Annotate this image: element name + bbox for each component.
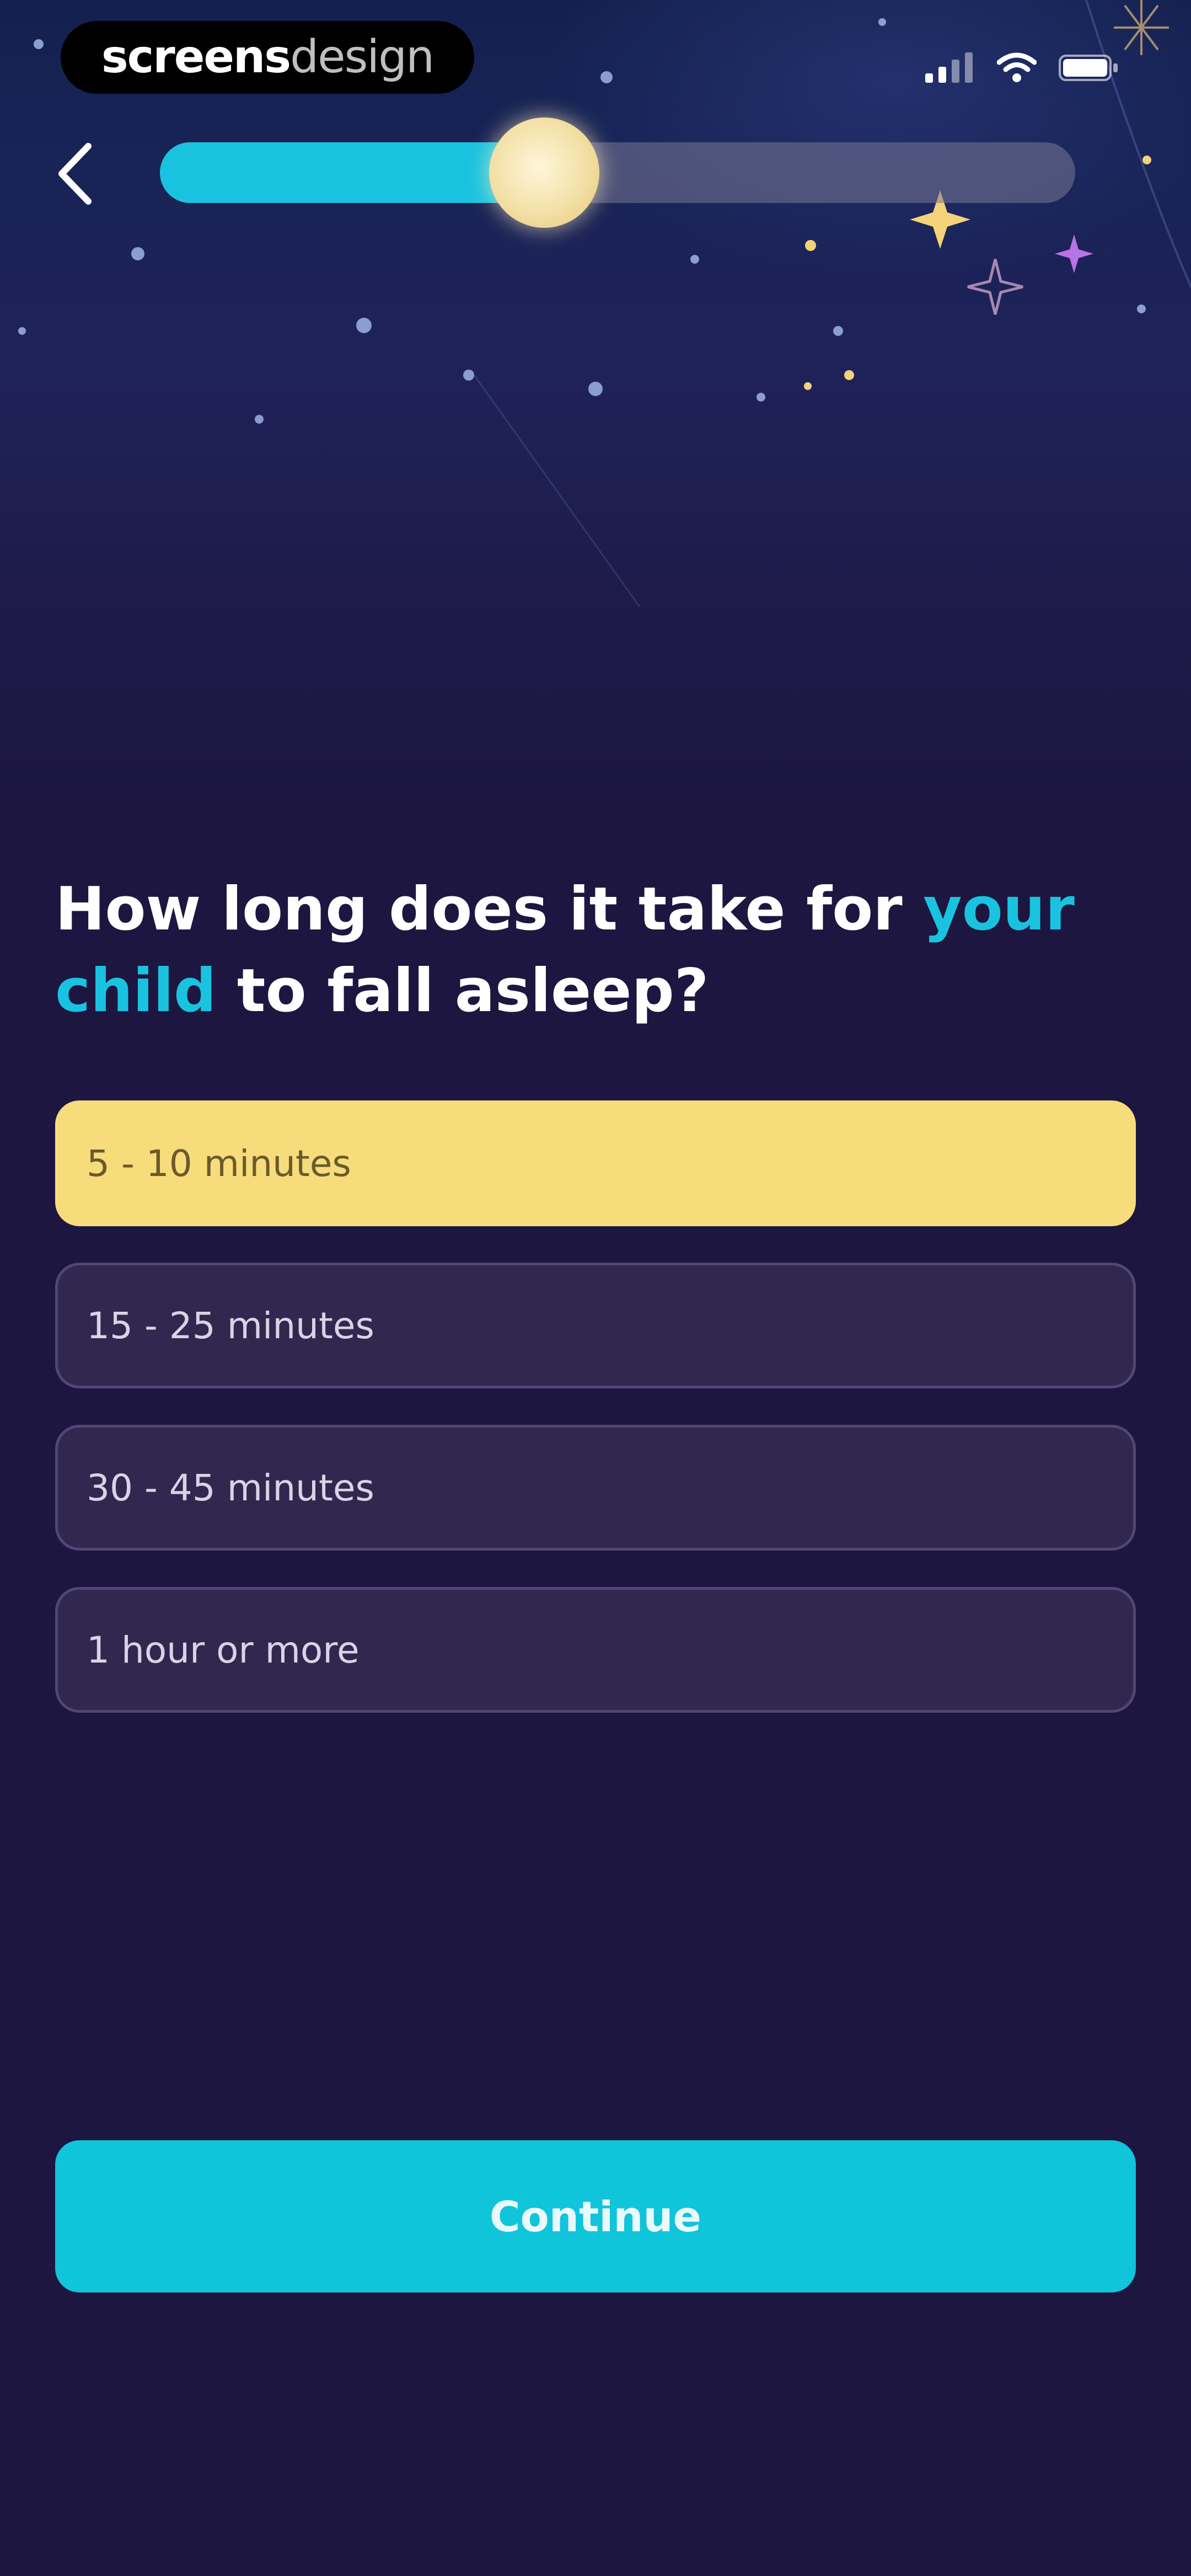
progress-bar bbox=[160, 117, 1075, 228]
brand-text-bold: screens bbox=[101, 31, 291, 83]
question-text-end: to fall asleep? bbox=[216, 956, 709, 1025]
continue-button[interactable]: Continue bbox=[55, 2140, 1136, 2292]
option-5-10-minutes[interactable]: 5 - 10 minutes bbox=[55, 1100, 1136, 1226]
back-button[interactable] bbox=[39, 132, 110, 215]
option-label: 15 - 25 minutes bbox=[87, 1304, 374, 1347]
onboarding-screen: screensdesign How long does it take for … bbox=[0, 0, 1191, 2576]
option-15-25-minutes[interactable]: 15 - 25 minutes bbox=[55, 1263, 1136, 1388]
watermark-badge: screensdesign bbox=[61, 21, 474, 94]
battery-icon bbox=[1059, 55, 1118, 81]
option-30-45-minutes[interactable]: 30 - 45 minutes bbox=[55, 1425, 1136, 1551]
question-title: How long does it take for your child to … bbox=[55, 869, 1103, 1032]
option-label: 5 - 10 minutes bbox=[87, 1142, 351, 1185]
wifi-icon bbox=[997, 52, 1037, 82]
status-bar bbox=[925, 52, 1119, 83]
option-label: 30 - 45 minutes bbox=[87, 1466, 374, 1509]
moon-icon bbox=[489, 117, 600, 228]
stars-decoration bbox=[18, 0, 1191, 607]
question-text-start: How long does it take for bbox=[55, 875, 924, 944]
answer-options: 5 - 10 minutes 15 - 25 minutes 30 - 45 m… bbox=[55, 1100, 1136, 1749]
option-1-hour-or-more[interactable]: 1 hour or more bbox=[55, 1587, 1136, 1713]
progress-fill bbox=[160, 142, 545, 203]
chevron-left-icon bbox=[58, 143, 92, 205]
cellular-signal-icon bbox=[925, 52, 973, 83]
brand-text-light: design bbox=[290, 31, 434, 83]
option-label: 1 hour or more bbox=[87, 1628, 360, 1671]
night-sky-background bbox=[0, 0, 1191, 827]
